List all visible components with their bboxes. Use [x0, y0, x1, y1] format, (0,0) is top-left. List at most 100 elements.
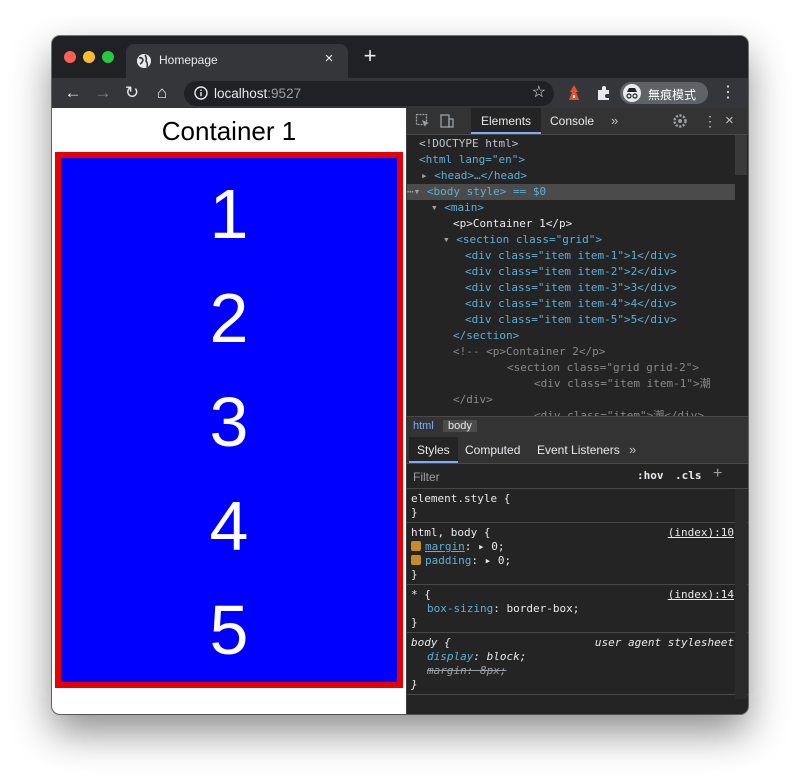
- puzzle-icon[interactable]: [595, 84, 613, 102]
- prop-name: margin: [427, 664, 467, 677]
- class-toggle[interactable]: .cls: [675, 469, 702, 482]
- settings-gear-icon[interactable]: [672, 113, 688, 129]
- rule-source-link[interactable]: (index):10: [668, 526, 734, 539]
- grid-item-4: 4: [209, 487, 249, 565]
- incognito-icon: [623, 84, 641, 102]
- dom-tree: <!DOCTYPE html> <html lang="en"> ▸ <head…: [407, 135, 748, 416]
- rule-selector[interactable]: element.style {: [411, 492, 510, 506]
- prop-name: margin: [425, 540, 465, 553]
- collapsed-triangle-icon[interactable]: ▸: [421, 169, 434, 182]
- breadcrumb-html[interactable]: html: [413, 420, 434, 432]
- tab-event-listeners[interactable]: Event Listeners: [529, 437, 628, 463]
- dom-line[interactable]: <div class="item item-1">潮: [534, 376, 748, 392]
- breadcrumb-body[interactable]: body: [443, 420, 477, 432]
- dom-line[interactable]: <!-- <p>Container 2</p>: [453, 344, 748, 360]
- hover-state-toggle[interactable]: :hov: [637, 469, 664, 482]
- url-text: localhost:9527: [214, 86, 301, 101]
- prop-value: ▸ 0;: [484, 554, 512, 567]
- dom-line[interactable]: <div class="item item-2">2</div>: [465, 264, 748, 280]
- prop-value: border-box;: [499, 602, 580, 615]
- prop-name: padding: [425, 554, 472, 567]
- maximize-window-button[interactable]: [102, 51, 114, 63]
- dom-line-text: <section class="grid">: [456, 233, 602, 246]
- dom-line[interactable]: <div class="item item-5">5</div>: [465, 312, 748, 328]
- declaration-display[interactable]: display: block;: [427, 650, 526, 664]
- device-toolbar-icon[interactable]: [439, 113, 455, 129]
- declaration-padding[interactable]: padding: ▸ 0;: [411, 554, 511, 568]
- declaration-box-sizing[interactable]: box-sizing: border-box;: [427, 602, 579, 616]
- reload-button[interactable]: ↻: [121, 82, 143, 104]
- declaration-checkbox[interactable]: [411, 555, 421, 565]
- tab-computed[interactable]: Computed: [457, 437, 528, 463]
- tab-strip: Homepage × +: [52, 36, 748, 78]
- dom-line[interactable]: </section>: [453, 328, 748, 344]
- dom-line-text: <body style> == $0: [426, 185, 547, 198]
- devtools-menu-icon[interactable]: ⋮: [703, 108, 717, 134]
- tab-styles[interactable]: Styles: [409, 437, 458, 463]
- devtools-tabbar: Elements Console » ⋮ ×: [407, 108, 748, 135]
- dom-line-text: <main>: [444, 201, 484, 214]
- rule-close: }: [411, 506, 418, 519]
- dom-line[interactable]: <div class="item item-4">4</div>: [465, 296, 748, 312]
- dom-line[interactable]: ▾ <main>: [431, 200, 748, 216]
- more-style-tabs-icon[interactable]: »: [629, 437, 636, 463]
- rule-selector[interactable]: body {: [411, 636, 451, 650]
- container-title: Container 1: [161, 116, 297, 146]
- rule-selector[interactable]: * {: [411, 588, 431, 602]
- prop-value: ▸ 0;: [478, 540, 505, 553]
- tab-elements[interactable]: Elements: [471, 108, 542, 134]
- browser-toolbar: ← → ↻ ⌂ localhost:9527 ☆ 無痕模式 ⋮: [52, 78, 748, 108]
- rule-selector[interactable]: html, body {: [411, 526, 490, 540]
- declaration-margin-overridden[interactable]: margin: 8px;: [427, 664, 507, 678]
- back-button[interactable]: ←: [62, 82, 84, 104]
- dom-line[interactable]: <div class="item">潮</div>: [534, 408, 748, 416]
- close-window-button[interactable]: [64, 51, 76, 63]
- dom-line[interactable]: <div class="item item-1">1</div>: [465, 248, 748, 264]
- dom-line[interactable]: ▾ <section class="grid">: [443, 232, 748, 248]
- extension-icon[interactable]: [566, 84, 582, 102]
- dom-scrollbar[interactable]: [735, 135, 747, 175]
- tab-homepage[interactable]: Homepage ×: [126, 44, 348, 78]
- rule-source-link[interactable]: (index):14: [668, 588, 734, 601]
- new-rule-icon[interactable]: +: [713, 465, 722, 483]
- more-tabs-icon[interactable]: »: [611, 108, 618, 134]
- forward-button[interactable]: →: [92, 82, 114, 104]
- url-host: localhost: [214, 86, 268, 101]
- address-bar[interactable]: localhost:9527 ☆: [184, 81, 554, 106]
- rule-close: }: [411, 616, 418, 629]
- styles-scrollbar[interactable]: [735, 489, 747, 699]
- info-icon[interactable]: [194, 86, 208, 100]
- prop-name: display: [427, 650, 474, 663]
- dom-line-selected[interactable]: ⋯▾ <body style> == $0: [407, 184, 735, 200]
- minimize-window-button[interactable]: [83, 51, 95, 63]
- dom-line[interactable]: <p>Container 1</p>: [453, 216, 748, 232]
- breadcrumb: html body: [407, 416, 748, 438]
- devtools-close-icon[interactable]: ×: [725, 108, 734, 134]
- dom-line[interactable]: <section class="grid grid-2">: [507, 360, 748, 376]
- new-tab-button[interactable]: +: [360, 45, 380, 67]
- styles-filter-input[interactable]: [411, 466, 635, 488]
- dom-line[interactable]: <html lang="en">: [419, 152, 748, 168]
- tab-title: Homepage: [159, 53, 218, 67]
- dom-line[interactable]: ▸ <head>…</head>: [421, 168, 748, 184]
- prop-value: block;: [479, 650, 527, 663]
- bookmark-star-icon[interactable]: ☆: [532, 82, 546, 102]
- inspect-element-icon[interactable]: [415, 113, 431, 129]
- expanded-triangle-icon[interactable]: ▾: [431, 201, 444, 214]
- expanded-triangle-icon[interactable]: ▾: [443, 233, 456, 246]
- home-button[interactable]: ⌂: [151, 82, 173, 104]
- dom-line[interactable]: </div>: [453, 392, 748, 408]
- browser-window: Homepage × + ← → ↻ ⌂ localhost:9527 ☆ 無痕…: [52, 36, 748, 714]
- tab-console[interactable]: Console: [540, 108, 604, 134]
- incognito-profile-button[interactable]: 無痕模式: [620, 82, 708, 104]
- grid-item-1: 1: [209, 175, 249, 253]
- dom-line[interactable]: <!DOCTYPE html>: [419, 136, 748, 152]
- browser-menu-icon[interactable]: ⋮: [720, 82, 736, 104]
- prop-value: 8px;: [473, 664, 507, 677]
- declaration-margin[interactable]: margin: ▸ 0;: [411, 540, 505, 554]
- tab-close-icon[interactable]: ×: [320, 50, 338, 67]
- dom-line[interactable]: <div class="item item-3">3</div>: [465, 280, 748, 296]
- devtools-panel: Elements Console » ⋮ × <!DOCTYPE html> <…: [406, 108, 748, 714]
- globe-icon: [137, 54, 151, 68]
- declaration-checkbox[interactable]: [411, 541, 421, 551]
